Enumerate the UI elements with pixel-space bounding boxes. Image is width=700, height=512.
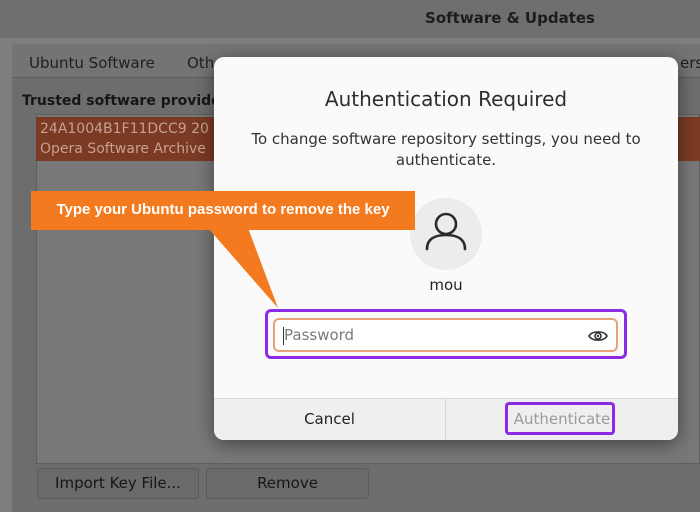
password-placeholder: Password: [284, 326, 355, 344]
dialog-message: To change software repository settings, …: [251, 130, 641, 169]
tab-ubuntu-software[interactable]: Ubuntu Software: [29, 54, 155, 72]
password-input[interactable]: Password: [273, 318, 618, 352]
dialog-title: Authentication Required: [324, 87, 568, 111]
tab-others[interactable]: ers: [680, 54, 700, 72]
key-id-text: 24A1004B1F11DCC9 20: [40, 121, 209, 137]
key-owner-text: Opera Software Archive: [40, 141, 206, 157]
remove-button[interactable]: Remove: [206, 468, 369, 499]
tab-other-software[interactable]: Oth: [187, 54, 214, 72]
authentication-dialog: Authentication Required To change softwa…: [214, 57, 678, 440]
import-key-file-button[interactable]: Import Key File...: [37, 468, 199, 499]
authenticate-highlight-box: [505, 402, 615, 435]
cancel-button[interactable]: Cancel: [214, 399, 445, 440]
callout-banner: Type your Ubuntu password to remove the …: [31, 191, 415, 230]
username-label: mou: [429, 276, 463, 294]
trusted-providers-label: Trusted software provide: [22, 93, 221, 109]
user-icon: [425, 212, 467, 251]
avatar: [410, 198, 482, 270]
callout-text: Type your Ubuntu password to remove the …: [56, 201, 390, 218]
window-titlebar: Software & Updates: [0, 0, 700, 38]
window-title: Software & Updates: [425, 9, 595, 27]
eye-icon[interactable]: [588, 327, 608, 345]
